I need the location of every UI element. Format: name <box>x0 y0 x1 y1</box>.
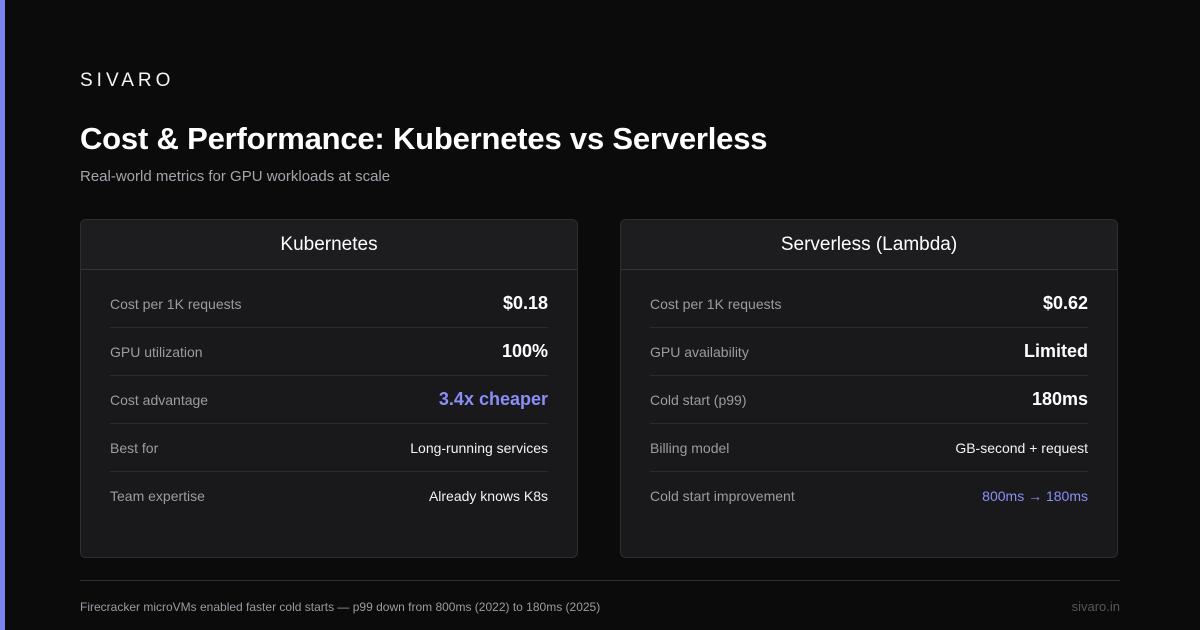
accent-bar <box>0 0 5 630</box>
metric-value: 100% <box>501 341 548 361</box>
metric-row-gpu-utilization: GPU utilization 100% <box>110 328 548 376</box>
metrics-list: Cost per 1K requests $0.18 GPU utilizati… <box>81 270 577 520</box>
metric-label: Cost per 1K requests <box>110 295 242 312</box>
metric-label: GPU utilization <box>110 343 203 360</box>
metric-value: Already knows K8s <box>428 488 548 504</box>
metric-row-cold-start: Cold start (p99) 180ms <box>650 376 1088 424</box>
metric-row-best-for: Best for Long-running services <box>110 424 548 472</box>
metric-label: Cold start improvement <box>650 488 795 504</box>
footer-site: sivaro.in <box>1071 599 1120 614</box>
page-subtitle: Real-world metrics for GPU workloads at … <box>80 168 391 185</box>
footer-note: Firecracker microVMs enabled faster cold… <box>80 600 601 614</box>
page-title: Cost & Performance: Kubernetes vs Server… <box>80 121 768 156</box>
metric-label: Billing model <box>650 439 730 456</box>
metric-label: Cost per 1K requests <box>650 295 782 312</box>
metric-value: 180ms <box>1031 389 1088 409</box>
metric-value: Limited <box>1023 341 1088 361</box>
metric-value: GB-second + request <box>955 439 1088 456</box>
metric-row-cost: Cost per 1K requests $0.62 <box>650 280 1088 328</box>
metric-label: Team expertise <box>110 488 205 504</box>
metric-row-gpu-availability: GPU availability Limited <box>650 328 1088 376</box>
brand-logo: SIVARO <box>80 70 175 91</box>
metric-label: GPU availability <box>650 343 749 360</box>
metric-value: Long-running services <box>410 439 548 456</box>
metric-row-cost-advantage: Cost advantage 3.4x cheaper <box>110 376 548 424</box>
serverless-card: Serverless (Lambda) Cost per 1K requests… <box>620 219 1118 558</box>
metric-value-highlight: 3.4x cheaper <box>438 389 548 409</box>
footer-divider <box>80 580 1120 581</box>
metric-label: Cost advantage <box>110 391 209 408</box>
metrics-list: Cost per 1K requests $0.62 GPU availabil… <box>621 270 1117 520</box>
metric-label: Best for <box>110 439 159 456</box>
metric-value-highlight: 800ms → 180ms <box>982 488 1088 504</box>
metric-row-team-expertise: Team expertise Already knows K8s <box>110 472 548 520</box>
metric-row-cost: Cost per 1K requests $0.18 <box>110 280 548 328</box>
card-title: Kubernetes <box>81 220 577 270</box>
metric-label: Cold start (p99) <box>650 391 747 408</box>
metric-row-cold-start-improvement: Cold start improvement 800ms → 180ms <box>650 472 1088 520</box>
metric-value: $0.18 <box>502 293 548 313</box>
kubernetes-card: Kubernetes Cost per 1K requests $0.18 GP… <box>80 219 578 558</box>
metric-row-billing-model: Billing model GB-second + request <box>650 424 1088 472</box>
card-title: Serverless (Lambda) <box>621 220 1117 270</box>
metric-value: $0.62 <box>1042 293 1088 313</box>
